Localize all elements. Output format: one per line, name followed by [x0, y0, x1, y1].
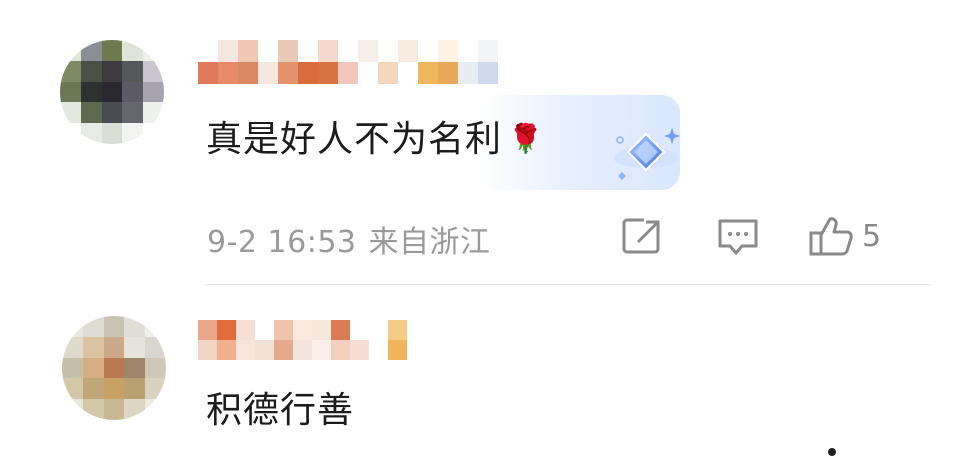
comment-text-content: 真是好人不为名利	[206, 119, 503, 160]
decoration-dot	[828, 448, 836, 456]
comment-meta: 9-2 16:53 来自浙江	[207, 217, 491, 261]
share-icon	[622, 216, 664, 254]
comment-text: 真是好人不为名利 🌹	[206, 110, 544, 162]
username-mosaic[interactable]	[198, 40, 558, 84]
comment-text: 积德行善	[206, 381, 354, 433]
username-mosaic[interactable]	[198, 320, 464, 364]
rose-emoji: 🌹	[508, 122, 544, 155]
repost-button[interactable]	[620, 216, 664, 256]
diamond-badge-icon	[614, 128, 680, 180]
comment-item: 真是好人不为名利 🌹 9-2 16:53 来自浙江 5	[0, 0, 964, 285]
comment-location: 来自浙江	[368, 225, 491, 260]
comment-icon	[718, 219, 758, 255]
reply-button[interactable]	[716, 216, 760, 256]
avatar[interactable]	[60, 40, 164, 144]
thumbs-up-icon	[809, 217, 853, 256]
divider	[206, 284, 930, 285]
like-button[interactable]: 5	[808, 216, 898, 256]
comment-date: 9-2 16:53	[207, 225, 357, 260]
comment-item: 积德行善	[0, 286, 964, 456]
like-count: 5	[862, 218, 882, 254]
comment-text-content: 积德行善	[206, 390, 355, 431]
avatar[interactable]	[62, 316, 166, 420]
